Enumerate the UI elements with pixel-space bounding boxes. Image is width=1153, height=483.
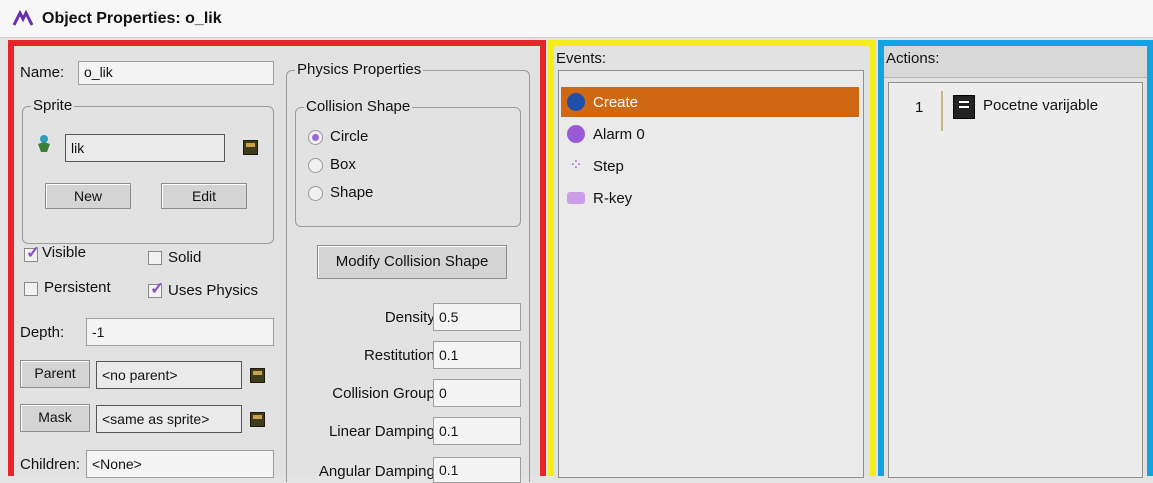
solid-checkbox[interactable] (148, 251, 162, 265)
event-label: Create (593, 93, 639, 111)
window-title: Object Properties: o_lik (42, 9, 222, 27)
shape-shape-radio[interactable] (308, 186, 323, 201)
sprite-group-label: Sprite (31, 97, 75, 114)
shape-box-radio[interactable] (308, 158, 323, 173)
shape-box-label: Box (330, 156, 356, 173)
linear-damping-input[interactable]: 0.1 (433, 417, 521, 445)
shape-circle-radio[interactable] (308, 130, 323, 145)
restitution-label: Restitution: (363, 347, 439, 364)
title-bar: Object Properties: o_lik (0, 0, 1153, 38)
actions-list[interactable]: 1 Pocetne varijable (888, 82, 1143, 478)
event-item-create[interactable]: Create (561, 87, 859, 117)
create-bulb-icon (567, 93, 585, 111)
children-field[interactable]: <None> (86, 450, 274, 478)
action-divider (941, 91, 943, 131)
density-label: Density: (384, 309, 439, 326)
persistent-label: Persistent (44, 279, 111, 296)
action-label: Pocetne varijable (983, 97, 1099, 114)
collision-shape-label: Collision Shape (304, 98, 413, 115)
object-general-panel: Name: o_lik Sprite lik New Edit ✓ Visibl… (8, 40, 546, 483)
physics-properties-group: Physics Properties Collision Shape Circl… (286, 61, 530, 483)
action-item[interactable]: 1 Pocetne varijable (889, 91, 1139, 131)
parent-browse-icon[interactable] (250, 368, 265, 383)
parent-select[interactable]: <no parent> (96, 361, 242, 389)
code-page-icon (953, 95, 975, 119)
events-list[interactable]: Create Alarm 0 ⁘ Step R-key (558, 70, 864, 478)
actions-panel: Actions: 1 Pocetne varijable (878, 40, 1153, 478)
restitution-input[interactable]: 0.1 (433, 341, 521, 369)
shape-shape-label: Shape (330, 184, 374, 201)
actions-label: Actions: (886, 50, 940, 67)
uses-physics-check-icon: ✓ (150, 279, 165, 298)
depth-input[interactable]: -1 (86, 318, 274, 346)
events-label: Events: (556, 50, 607, 67)
event-label: R-key (593, 189, 633, 207)
density-input[interactable]: 0.5 (433, 303, 521, 331)
shape-circle-label: Circle (330, 128, 369, 145)
mask-button[interactable]: Mask (20, 404, 90, 432)
gamemaker-logo-icon (12, 9, 34, 28)
physics-properties-label: Physics Properties (295, 61, 424, 78)
modify-collision-shape-button[interactable]: Modify Collision Shape (317, 245, 507, 279)
parent-button[interactable]: Parent (20, 360, 90, 388)
angular-damping-input[interactable]: 0.1 (433, 457, 521, 483)
event-item-alarm[interactable]: Alarm 0 (561, 119, 859, 149)
visible-check-icon: ✓ (26, 243, 41, 262)
sprite-select[interactable]: lik (65, 134, 225, 162)
uses-physics-label: Uses Physics (168, 282, 259, 299)
children-label: Children: (20, 456, 81, 473)
name-label: Name: (20, 64, 65, 81)
event-label: Step (593, 157, 624, 175)
events-panel: Events: Create Alarm 0 ⁘ Step R-key (548, 40, 876, 478)
step-footprints-icon: ⁘ (569, 157, 583, 174)
sprite-preview-icon (35, 134, 53, 158)
edit-sprite-button[interactable]: Edit (161, 183, 247, 209)
visible-label: Visible (42, 244, 86, 261)
event-label: Alarm 0 (593, 125, 645, 143)
depth-label: Depth: (20, 324, 65, 341)
new-sprite-button[interactable]: New (45, 183, 131, 209)
visible-checkbox[interactable]: ✓ (24, 243, 40, 262)
mask-browse-icon[interactable] (250, 412, 265, 427)
linear-damping-label: Linear Damping: (328, 423, 439, 440)
keyboard-icon (567, 192, 585, 204)
collision-group-input[interactable]: 0 (433, 379, 521, 407)
event-item-step[interactable]: ⁘ Step (561, 151, 859, 181)
mask-select[interactable]: <same as sprite> (96, 405, 242, 433)
persistent-checkbox[interactable] (24, 282, 38, 296)
alarm-clock-icon (567, 125, 585, 143)
actions-header: Actions: (884, 46, 1147, 78)
angular-damping-label: Angular Damping: (318, 463, 439, 480)
sprite-browse-icon[interactable] (243, 140, 258, 155)
action-index: 1 (915, 99, 924, 116)
collision-group-label: Collision Group: (332, 385, 439, 402)
sprite-group: Sprite lik New Edit (22, 97, 274, 244)
event-item-r-key[interactable]: R-key (561, 183, 859, 213)
uses-physics-checkbox[interactable]: ✓ (148, 279, 164, 298)
collision-shape-group: Collision Shape Circle Box Shape (295, 98, 521, 227)
name-input[interactable]: o_lik (78, 61, 274, 85)
solid-label: Solid (168, 249, 202, 266)
